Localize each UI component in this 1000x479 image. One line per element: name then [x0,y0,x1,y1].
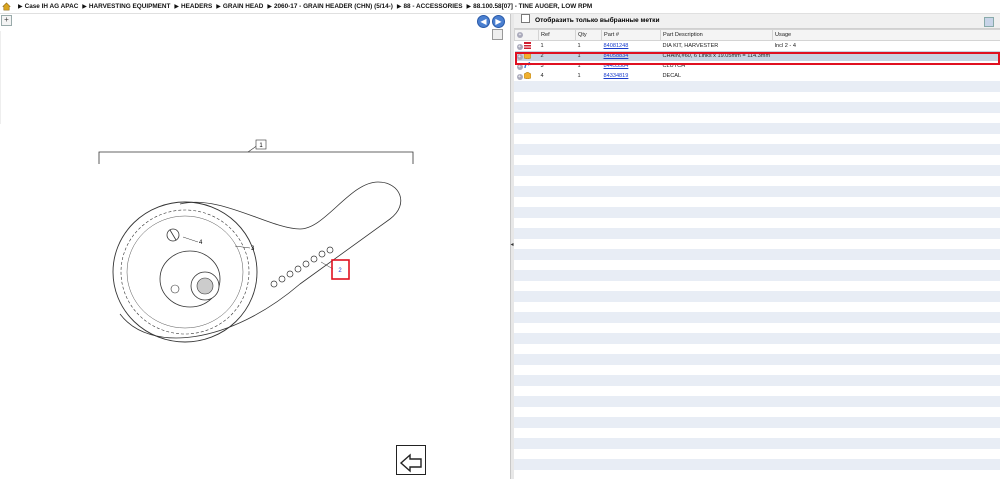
column-header-ref[interactable]: Ref [538,29,576,41]
empty-row [514,406,1000,417]
select-all-header[interactable]: + [514,29,539,41]
breadcrumb-item[interactable]: HARVESTING EQUIPMENT [89,3,171,10]
table-row[interactable]: + 4 1 84334819 DECAL [514,71,1000,81]
breadcrumb-item[interactable]: 88 - ACCESSORIES [403,3,462,10]
red-list-icon [524,42,532,49]
breadcrumb-arrow-icon: ▶ [466,4,472,10]
column-header-qty[interactable]: Qty [575,29,602,41]
empty-row [514,81,1000,92]
empty-row [514,427,1000,438]
selected-row-highlight [515,52,1000,65]
empty-row [514,102,1000,113]
empty-row [514,259,1000,270]
empty-row [514,112,1000,123]
column-header-usage[interactable]: Usage [772,29,1000,41]
empty-row [514,375,1000,386]
usage-cell: Incl 2 - 4 [772,40,1000,51]
empty-row [514,186,1000,197]
empty-row [514,312,1000,323]
empty-row [514,91,1000,102]
parts-list-pane: Отобразить только выбранные метки + Ref … [514,14,1000,479]
usage-cell [772,71,1000,81]
callout-label[interactable]: 4 [199,240,203,246]
empty-row [514,154,1000,165]
breadcrumb: ▶ Case IH AG APAC ▶ HARVESTING EQUIPMENT ▶… [0,0,1000,14]
clutch-hub-shape [159,250,221,308]
show-selected-label: Отобразить только выбранные метки [535,17,660,24]
empty-row [514,196,1000,207]
callout-label[interactable]: 3 [251,246,255,252]
home-icon[interactable] [2,2,11,11]
empty-row [514,270,1000,281]
breadcrumb-arrow-icon: ▶ [216,4,221,10]
empty-row [514,133,1000,144]
empty-row [514,175,1000,186]
filter-header: Отобразить только выбранные метки [514,14,1000,29]
column-header-description[interactable]: Part Description [660,29,773,41]
empty-row [514,459,1000,470]
empty-row [514,469,1000,479]
callout-label-selected[interactable]: 2 [338,268,342,274]
ref-cell: 1 [538,40,576,51]
diagram-pane: + ◀ ▶ 1 4 3 2 [0,14,510,479]
breadcrumb-item[interactable]: HEADERS [181,3,212,10]
qty-cell: 1 [575,40,602,51]
qty-cell: 1 [575,71,602,81]
empty-row [514,217,1000,228]
empty-row [514,144,1000,155]
empty-row [514,207,1000,218]
empty-row [514,438,1000,449]
empty-rows-area [514,81,1000,479]
empty-row [514,301,1000,312]
empty-row [514,385,1000,396]
breadcrumb-arrow-icon: ▶ [396,4,402,10]
empty-row [514,291,1000,302]
part-number-link[interactable]: 84081248 [604,43,629,49]
breadcrumb-item[interactable]: GRAIN HEAD [223,3,263,10]
breadcrumb-item[interactable]: 2060-17 - GRAIN HEADER (CHN) (5/14-) [274,3,393,10]
empty-row [514,354,1000,365]
empty-row [514,448,1000,459]
box-icon [524,72,532,79]
part-number-link[interactable]: 84334819 [604,73,629,79]
description-cell: DIA KIT, HARVESTER [660,40,773,51]
panel-options-icon[interactable] [984,17,994,27]
empty-row [514,165,1000,176]
breadcrumb-current: 88.100.58[07] - TINE AUGER, LOW RPM [473,3,593,10]
export-icon[interactable] [396,445,426,475]
add-to-cart-icon[interactable]: + [516,74,523,80]
breadcrumb-arrow-icon: ▶ [267,4,272,10]
breadcrumb-item[interactable]: Case IH AG APAC [25,3,79,10]
breadcrumb-arrow-icon: ▶ [82,4,87,10]
breadcrumb-arrow-icon: ▶ [17,4,23,10]
empty-row [514,249,1000,260]
empty-row [514,396,1000,407]
breadcrumb-arrow-icon: ▶ [174,4,180,10]
empty-row [514,333,1000,344]
add-to-cart-icon[interactable]: + [516,44,523,50]
description-cell: DECAL [660,71,773,81]
empty-row [514,322,1000,333]
empty-row [514,228,1000,239]
column-header-part[interactable]: Part # [601,29,661,41]
empty-row [514,238,1000,249]
add-all-icon[interactable]: + [517,32,523,38]
empty-row [514,417,1000,428]
empty-row [514,364,1000,375]
empty-row [514,280,1000,291]
empty-row [514,123,1000,134]
show-selected-checkbox[interactable] [521,14,530,23]
table-row[interactable]: + 1 1 84081248 DIA KIT, HARVESTER Incl 2… [514,40,1000,51]
exploded-parts-diagram: 1 4 3 2 [0,31,414,343]
empty-row [514,343,1000,354]
ref-cell: 4 [538,71,576,81]
